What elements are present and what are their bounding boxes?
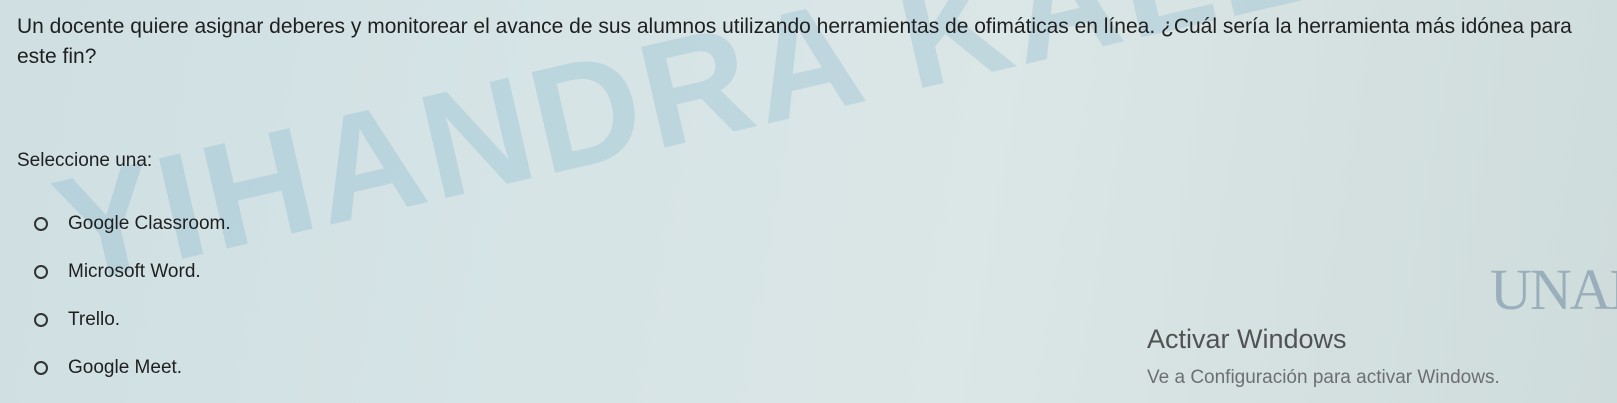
option-label: Microsoft Word. <box>68 261 201 282</box>
radio-button[interactable] <box>34 217 48 231</box>
option-label: Trello. <box>68 309 121 330</box>
option-trello[interactable]: Trello. <box>34 296 231 344</box>
activation-subtitle: Ve a Configuración para activar Windows. <box>1147 367 1500 388</box>
radio-button[interactable] <box>34 361 48 375</box>
radio-button[interactable] <box>34 265 48 279</box>
option-google-classroom[interactable]: Google Classroom. <box>34 200 231 248</box>
quiz-page: YIHANDRA KALENA IBARRA LOCARNO UNAD Un d… <box>0 0 1617 403</box>
activation-title: Activar Windows <box>1147 324 1347 354</box>
logo-text: UNAD <box>1490 257 1617 322</box>
option-google-meet[interactable]: Google Meet. <box>34 344 231 392</box>
option-label: Google Meet. <box>68 357 183 378</box>
select-prompt: Seleccione una: <box>17 150 153 171</box>
question-text: Un docente quiere asignar deberes y moni… <box>17 15 1572 68</box>
answer-options: Google Classroom. Microsoft Word. Trello… <box>34 200 231 392</box>
option-microsoft-word[interactable]: Microsoft Word. <box>34 248 231 296</box>
windows-activation-notice: Activar Windows Ve a Configuración para … <box>1147 324 1500 389</box>
radio-button[interactable] <box>34 313 48 327</box>
unad-logo: UNAD <box>1490 256 1617 323</box>
option-label: Google Classroom. <box>68 213 231 234</box>
